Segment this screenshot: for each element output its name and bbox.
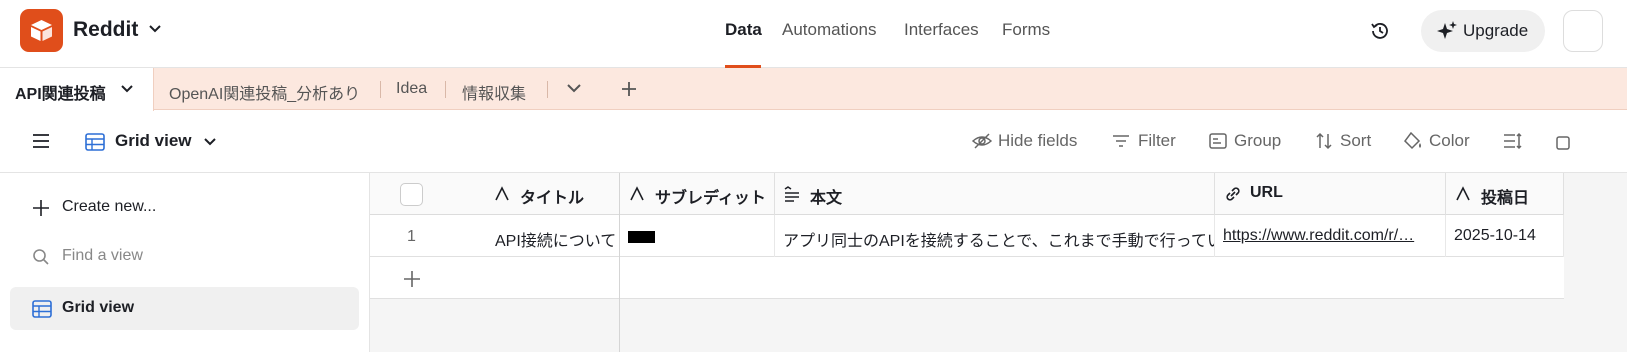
long-text-icon (784, 186, 799, 202)
sidebar-item-grid-view[interactable]: Grid view (10, 287, 359, 330)
select-all-checkbox[interactable] (400, 183, 423, 206)
text-field-icon (630, 186, 644, 201)
column-header-label: 投稿日 (1481, 190, 1530, 207)
create-view-label: Create new... (62, 198, 157, 215)
filter-icon[interactable] (1112, 132, 1130, 150)
add-row-button[interactable] (370, 257, 1564, 299)
link-icon (1226, 187, 1240, 201)
sort-icon[interactable] (1315, 132, 1333, 150)
chevron-down-icon[interactable] (148, 24, 162, 34)
tab-api-posts[interactable]: API関連投稿 (0, 68, 154, 111)
column-header-subreddit[interactable]: サブレディット (620, 173, 775, 215)
chevron-down-icon[interactable] (203, 137, 217, 147)
tab-label: API関連投稿 (15, 86, 106, 103)
grid-header: タイトル サブレディット 本文 URL 投稿日 (370, 173, 1564, 215)
cell-title[interactable]: API接続について (485, 215, 620, 257)
column-header-label: URL (1250, 184, 1283, 201)
base-name[interactable]: Reddit (73, 18, 138, 42)
history-icon[interactable] (1369, 20, 1391, 42)
table-row[interactable]: 1 API接続について アプリ同士のAPIを接続することで、これまで手動で行って… (370, 215, 1564, 257)
cell-title-text: API接続について (495, 233, 617, 250)
share-view-icon[interactable] (1556, 132, 1574, 150)
find-view-input[interactable]: Find a view (10, 235, 359, 278)
text-field-icon (1456, 186, 1470, 201)
cell-url[interactable]: https://www.reddit.com/r/… (1215, 215, 1446, 257)
row-number: 1 (407, 228, 416, 245)
column-header-label: サブレディット (655, 190, 766, 207)
sort-button[interactable]: Sort (1340, 131, 1371, 151)
tab-idea[interactable]: Idea (396, 80, 427, 98)
tab-info-gathering[interactable]: 情報収集 (462, 80, 526, 104)
tab-divider (380, 81, 381, 98)
nav-data[interactable]: Data (725, 20, 762, 40)
frozen-column-divider (619, 173, 620, 352)
nav-forms[interactable]: Forms (1002, 20, 1050, 40)
sidebar-item-label: Grid view (62, 299, 135, 316)
cell-body-text: アプリ同士のAPIを接続することで、これまで手動で行っていた… (783, 233, 1215, 250)
hide-fields-button[interactable]: Hide fields (998, 131, 1077, 151)
column-header-label: タイトル (520, 190, 585, 207)
redacted-value (628, 231, 655, 243)
row-height-icon[interactable] (1503, 132, 1523, 150)
find-view-placeholder: Find a view (62, 247, 143, 264)
upgrade-label: Upgrade (1463, 21, 1529, 40)
column-header-body[interactable]: 本文 (775, 173, 1215, 215)
group-icon[interactable] (1209, 132, 1227, 150)
cell-date[interactable]: 2025-10-14 (1446, 215, 1564, 257)
top-bar: Reddit Data Automations Interfaces Forms… (0, 0, 1627, 68)
column-header-title[interactable]: タイトル (485, 173, 620, 215)
cell-body[interactable]: アプリ同士のAPIを接続することで、これまで手動で行っていた… (775, 215, 1215, 257)
tab-openai-posts[interactable]: OpenAI関連投稿_分析あり (169, 80, 360, 104)
views-sidebar: Create new... Find a view Grid view (0, 173, 370, 352)
nav-automations[interactable]: Automations (782, 20, 877, 40)
cell-date-text: 2025-10-14 (1454, 227, 1536, 244)
search-icon (33, 249, 49, 265)
chevron-down-icon[interactable] (120, 84, 134, 94)
share-button[interactable] (1563, 10, 1603, 52)
column-header-label: 本文 (810, 190, 843, 207)
color-button[interactable]: Color (1429, 131, 1470, 151)
cell-subreddit[interactable] (620, 215, 775, 257)
create-view-button[interactable]: Create new... (10, 186, 359, 229)
add-table-icon[interactable] (620, 80, 638, 98)
menu-icon[interactable] (32, 133, 50, 149)
grid-view-icon (32, 300, 52, 318)
column-header-date[interactable]: 投稿日 (1446, 173, 1564, 215)
data-grid: タイトル サブレディット 本文 URL 投稿日 1 API接続について アプリ同… (370, 173, 1627, 352)
group-button[interactable]: Group (1234, 131, 1281, 151)
plus-icon (404, 271, 420, 287)
tab-divider (547, 81, 548, 98)
tab-divider (445, 81, 446, 98)
text-field-icon (495, 186, 509, 201)
chevron-down-icon[interactable] (566, 82, 582, 94)
sparkle-icon (1437, 21, 1457, 39)
base-logo-icon[interactable] (20, 9, 63, 52)
url-link[interactable]: https://www.reddit.com/r/… (1223, 227, 1414, 245)
eye-slash-icon[interactable] (972, 132, 992, 150)
row-number-cell: 1 (370, 215, 485, 257)
select-all-cell (370, 173, 485, 215)
table-tab-strip: API関連投稿 OpenAI関連投稿_分析あり Idea 情報収集 (0, 68, 1627, 111)
upgrade-button[interactable]: Upgrade (1421, 10, 1545, 52)
view-bar: Grid view Hide fields Filter Group Sort … (0, 111, 1627, 173)
nav-interfaces[interactable]: Interfaces (904, 20, 979, 40)
grid-view-icon (85, 133, 105, 151)
paint-bucket-icon[interactable] (1403, 132, 1423, 150)
column-header-url[interactable]: URL (1215, 173, 1446, 215)
filter-button[interactable]: Filter (1138, 131, 1176, 151)
plus-icon (33, 200, 49, 216)
current-view-name[interactable]: Grid view (115, 131, 192, 151)
